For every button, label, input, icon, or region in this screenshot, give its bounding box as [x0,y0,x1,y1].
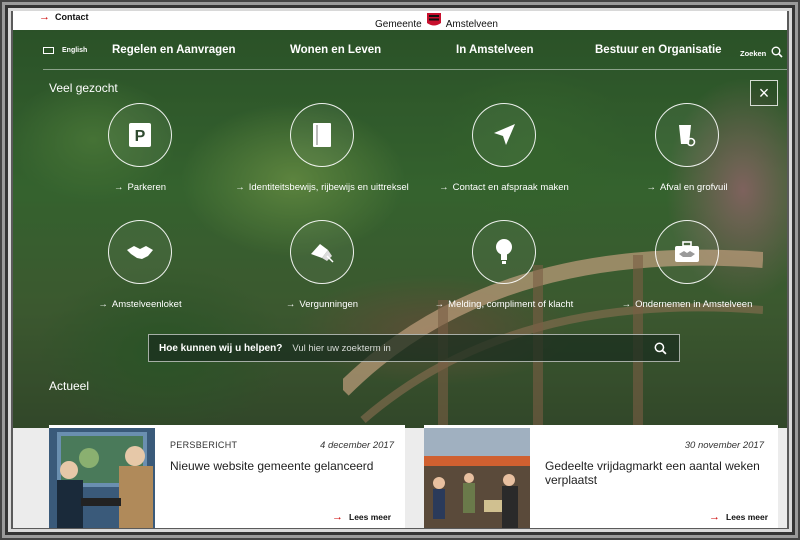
read-more-link[interactable]: → Lees meer [709,511,768,523]
news-type: PERSBERICHT [170,440,238,450]
tile-contact[interactable]: → Contact en afspraak maken [414,103,594,195]
search-toggle[interactable]: Zoeken [740,46,783,60]
tile-label: → Contact en afspraak maken [439,182,569,193]
main-navigation: English Regelen en Aanvragen Wonen en Le… [13,30,787,70]
news-photo-market [424,428,530,528]
document-icon [313,123,331,147]
parking-icon: P [129,123,151,147]
brand-left-text: Gemeente [375,19,422,30]
contact-link[interactable]: → Contact [39,10,89,23]
search-icon [654,342,667,355]
tile-vergunningen[interactable]: → Vergunningen [232,220,412,312]
tile-circle [472,220,536,284]
news-headline: Nieuwe website gemeente gelanceerd [170,459,374,473]
nav-divider [43,69,787,70]
tile-circle [108,220,172,284]
search-bar: Hoe kunnen wij u helpen? [148,334,680,362]
popular-title: Veel gezocht [49,81,118,95]
tile-circle [290,220,354,284]
tile-circle [290,103,354,167]
read-more-link[interactable]: → Lees meer [332,511,391,523]
lightbulb-icon [496,239,512,264]
tile-circle [472,103,536,167]
tile-label: → Parkeren [113,182,167,193]
arrow-right-icon: → [39,10,50,23]
waste-bin-icon [679,125,696,147]
search-input[interactable] [292,342,647,354]
navigation-arrow-icon [494,124,515,145]
tile-circle: P [108,103,172,167]
nav-item-in-amstelveen[interactable]: In Amstelveen [456,44,534,56]
news-title: Actueel [49,379,90,393]
arrow-right-icon: → [332,511,343,523]
flag-icon [43,47,54,54]
language-label: English [62,47,88,54]
tile-afval[interactable]: → Afval en grofvuil [597,103,777,195]
news-date: 4 december 2017 [320,440,394,451]
tile-ondernemen[interactable]: → Ondernemen in Amstelveen [597,220,777,312]
close-icon: × [758,82,770,103]
tile-circle [655,103,719,167]
brand-right-text: Amstelveen [445,19,498,30]
arrow-right-icon: → [709,511,720,523]
svg-text:P: P [135,128,146,145]
top-bar: → Contact Gemeente Amstelveen [13,8,787,35]
search-label: Hoe kunnen wij u helpen? [159,342,283,354]
tile-circle [655,220,719,284]
tile-melding[interactable]: → Melding, compliment of klacht [414,220,594,312]
tile-label: → Ondernemen in Amstelveen [621,299,753,310]
nav-item-bestuur[interactable]: Bestuur en Organisatie [595,44,722,56]
tile-label: → Afval en grofvuil [646,182,728,193]
news-card[interactable]: 30 november 2017 Gedeelte vrijdagmarkt e… [424,425,778,528]
news-date: 30 november 2017 [684,440,764,451]
search-icon [771,46,783,60]
nav-item-wonen[interactable]: Wonen en Leven [290,44,381,56]
search-toggle-label: Zoeken [740,48,767,58]
handshake-icon [127,246,153,259]
tile-parkeren[interactable]: P → Parkeren [50,103,230,195]
briefcase-icon [675,241,699,262]
nav-item-regelen[interactable]: Regelen en Aanvragen [112,44,236,56]
tile-label: → Identiteitsbewijs, rijbewijs en uittrek… [235,182,409,193]
language-switch[interactable]: English [43,47,87,54]
contact-label: Contact [55,12,89,22]
tile-amstelveenloket[interactable]: → Amstelveenloket [50,220,230,312]
tile-label: → Vergunningen [285,299,359,310]
website-page: → Contact Gemeente Amstelveen English Re… [13,8,787,528]
news-headline: Gedeelte vrijdagmarkt een aantal weken v… [545,459,760,487]
search-button[interactable] [647,335,673,361]
tile-identiteitsbewijs[interactable]: → Identiteitsbewijs, rijbewijs en uittrek… [232,103,412,195]
permit-icon [311,244,334,263]
news-photo-people [49,428,155,528]
tile-label: → Melding, compliment of klacht [434,299,574,310]
tile-label: → Amstelveenloket [98,299,182,310]
news-card[interactable]: PERSBERICHT 4 december 2017 Nieuwe websi… [49,425,405,528]
